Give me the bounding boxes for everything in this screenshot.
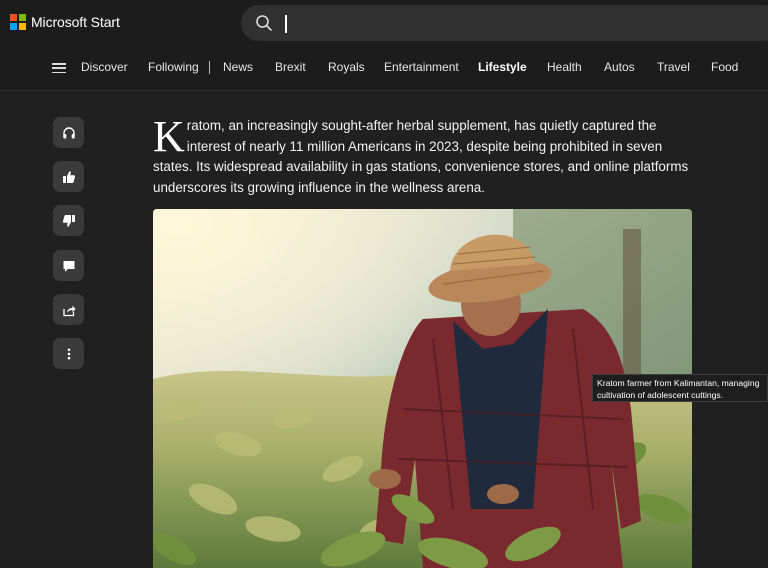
nav-item-following[interactable]: Following (148, 60, 199, 74)
nav-item-brexit[interactable]: Brexit (275, 60, 306, 74)
search-box[interactable] (241, 5, 768, 41)
nav-item-travel[interactable]: Travel (657, 60, 690, 74)
nav-item-autos[interactable]: Autos (604, 60, 635, 74)
text-cursor (285, 15, 287, 33)
hamburger-menu-icon[interactable] (52, 63, 66, 74)
nav-item-news[interactable]: News (223, 60, 253, 74)
nav-item-health[interactable]: Health (547, 60, 582, 74)
microsoft-start-logo[interactable]: Microsoft Start (10, 14, 120, 30)
top-bar: Microsoft Start (0, 0, 768, 46)
share-button[interactable] (53, 294, 84, 325)
thumbs-down-icon (62, 214, 75, 227)
share-icon (62, 305, 75, 316)
lead-text: ratom, an increasingly sought-after herb… (153, 118, 689, 195)
drop-cap: K (153, 112, 185, 161)
caption-line-2: cultivation of adolescent cuttings. (597, 390, 724, 400)
thumbs-up-icon (62, 170, 75, 183)
search-icon[interactable] (255, 14, 273, 32)
dislike-button[interactable] (53, 205, 84, 236)
search-input[interactable] (285, 11, 749, 37)
listen-button[interactable] (53, 117, 84, 148)
nav-item-lifestyle[interactable]: Lifestyle (478, 60, 527, 74)
microsoft-logo-icon (10, 14, 26, 30)
brand-name: Microsoft Start (31, 14, 120, 30)
nav-divider (209, 61, 210, 74)
comment-button[interactable] (53, 250, 84, 281)
more-icon (67, 348, 70, 359)
image-caption-tooltip: Kratom farmer from Kalimantan, managing … (592, 374, 768, 402)
caption-line-1: Kratom farmer from Kalimantan, managing (597, 378, 760, 388)
nav-item-discover[interactable]: Discover (81, 60, 128, 74)
nav-item-entertainment[interactable]: Entertainment (384, 60, 459, 74)
headphones-icon (62, 126, 75, 138)
like-button[interactable] (53, 161, 84, 192)
article-lead-paragraph: Kratom, an increasingly sought-after her… (153, 112, 693, 198)
nav-item-food[interactable]: Food (711, 60, 738, 74)
comment-icon (63, 260, 74, 272)
more-options-button[interactable] (53, 338, 84, 369)
category-nav: Discover Following News Brexit Royals En… (0, 46, 768, 91)
nav-item-royals[interactable]: Royals (328, 60, 365, 74)
